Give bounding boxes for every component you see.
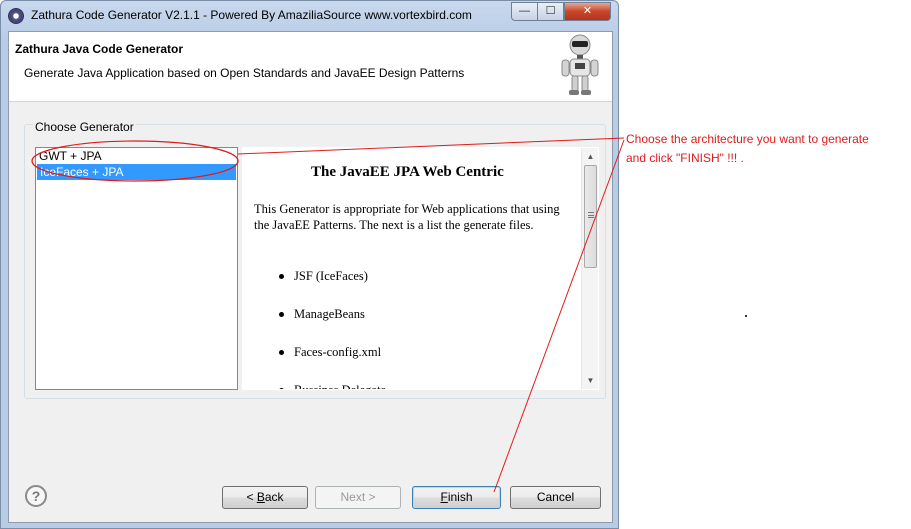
grip-icon — [588, 212, 594, 218]
generator-list[interactable]: GWT + JPA IceFaces + JPA — [35, 147, 238, 390]
dialog-window: Zathura Code Generator V2.1.1 - Powered … — [0, 0, 619, 529]
minimize-button[interactable]: — — [511, 2, 538, 21]
finish-button[interactable]: Finish — [412, 486, 501, 509]
robot-logo-icon — [561, 34, 599, 95]
description-scrollbar[interactable]: ▲ ▼ — [581, 148, 598, 389]
back-button[interactable]: < Back — [222, 486, 308, 509]
dialog-content: Zathura Java Code Generator Generate Jav… — [8, 31, 613, 523]
finish-rest: inish — [447, 490, 473, 504]
annotation-line-2: and click "FINISH" !!! . — [626, 151, 744, 165]
cancel-button[interactable]: Cancel — [510, 486, 601, 509]
window-title: Zathura Code Generator V2.1.1 - Powered … — [31, 8, 472, 22]
close-button[interactable]: ✕ — [564, 2, 611, 21]
scroll-up-arrow-icon[interactable]: ▲ — [582, 148, 598, 165]
maximize-button[interactable]: ☐ — [537, 2, 564, 21]
wizard-description: Generate Java Application based on Open … — [24, 66, 465, 80]
stray-dot — [745, 315, 747, 317]
list-item: ManageBeans — [277, 306, 567, 344]
generator-item-icefaces-jpa[interactable]: IceFaces + JPA — [37, 164, 236, 180]
list-item: JSF (IceFaces) — [277, 268, 567, 306]
choose-generator-label: Choose Generator — [33, 120, 136, 134]
title-bar[interactable]: Zathura Code Generator V2.1.1 - Powered … — [1, 1, 618, 31]
generated-files-list: JSF (IceFaces) ManageBeans Faces-config.… — [277, 268, 567, 389]
app-icon — [8, 8, 24, 24]
wizard-title: Zathura Java Code Generator — [15, 42, 184, 56]
generator-item-gwt-jpa[interactable]: GWT + JPA — [36, 148, 237, 164]
back-mnemonic: B — [256, 490, 265, 504]
annotation-line-1: Choose the architecture you want to gene… — [626, 132, 869, 146]
scroll-thumb[interactable] — [584, 165, 597, 268]
back-rest: ack — [264, 490, 284, 504]
annotation-note: Choose the architecture you want to gene… — [626, 130, 911, 168]
back-prefix: < — [246, 490, 257, 504]
list-item: Faces-config.xml — [277, 344, 567, 382]
wizard-header: Zathura Java Code Generator Generate Jav… — [9, 32, 612, 102]
description-paragraph: This Generator is appropriate for Web ap… — [254, 202, 560, 232]
description-title: The JavaEE JPA Web Centric — [311, 164, 504, 180]
generator-description-panel: The JavaEE JPA Web Centric This Generato… — [242, 147, 599, 390]
next-button[interactable]: Next > — [315, 486, 401, 509]
list-item: Bussines Delegate — [277, 382, 567, 389]
scroll-down-arrow-icon[interactable]: ▼ — [582, 372, 598, 389]
finish-mnemonic: F — [440, 490, 448, 504]
help-icon[interactable]: ? — [25, 485, 47, 507]
